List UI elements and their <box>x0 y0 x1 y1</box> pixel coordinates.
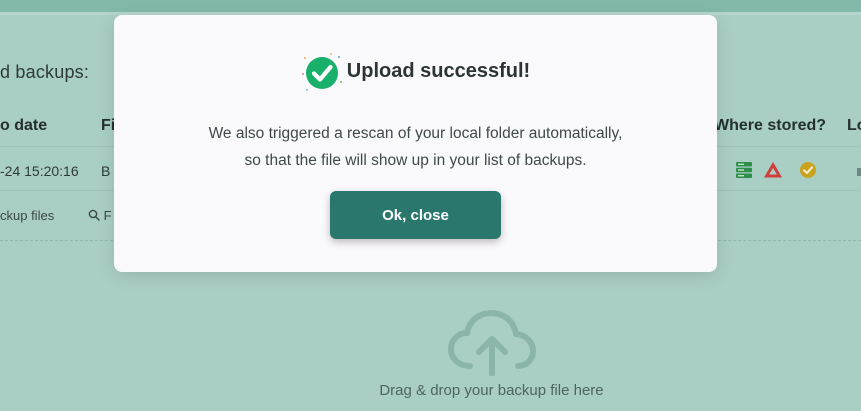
checkmark-success-icon <box>301 52 342 91</box>
google-drive-icon <box>763 161 783 184</box>
find-link[interactable]: F <box>88 208 112 223</box>
upload-success-dialog: Upload successful! We also triggered a r… <box>114 15 717 272</box>
storage-location-icons <box>735 161 817 184</box>
cloud-upload-icon <box>448 308 536 381</box>
server-storage-icon <box>735 161 753 184</box>
backups-heading: d backups: <box>0 62 90 82</box>
dialog-title: Upload successful! <box>346 59 531 82</box>
local-indicator <box>857 168 861 176</box>
column-header-local[interactable]: Lo <box>847 117 861 135</box>
dialog-message-line-1: We also triggered a rescan of your local… <box>208 125 623 142</box>
dialog-message: We also triggered a rescan of your local… <box>114 120 717 174</box>
column-header-where-stored[interactable]: Where stored? <box>714 117 826 135</box>
search-icon <box>88 208 104 223</box>
dialog-title-row: Upload successful! <box>114 51 717 91</box>
table-cell-file[interactable]: B <box>101 163 110 179</box>
drop-zone-text: Drag & drop your backup file here <box>379 382 604 399</box>
dialog-message-line-2: so that the file will show up in your li… <box>244 152 587 169</box>
backup-files-link[interactable]: ckup files <box>0 208 54 223</box>
ok-close-button[interactable]: Ok, close <box>330 191 501 239</box>
top-navigation-bar <box>0 0 861 12</box>
find-link-label: F <box>103 208 112 223</box>
verified-check-icon <box>799 161 817 184</box>
column-header-date[interactable]: o date <box>0 117 47 135</box>
table-cell-date: -24 15:20:16 <box>0 163 79 179</box>
